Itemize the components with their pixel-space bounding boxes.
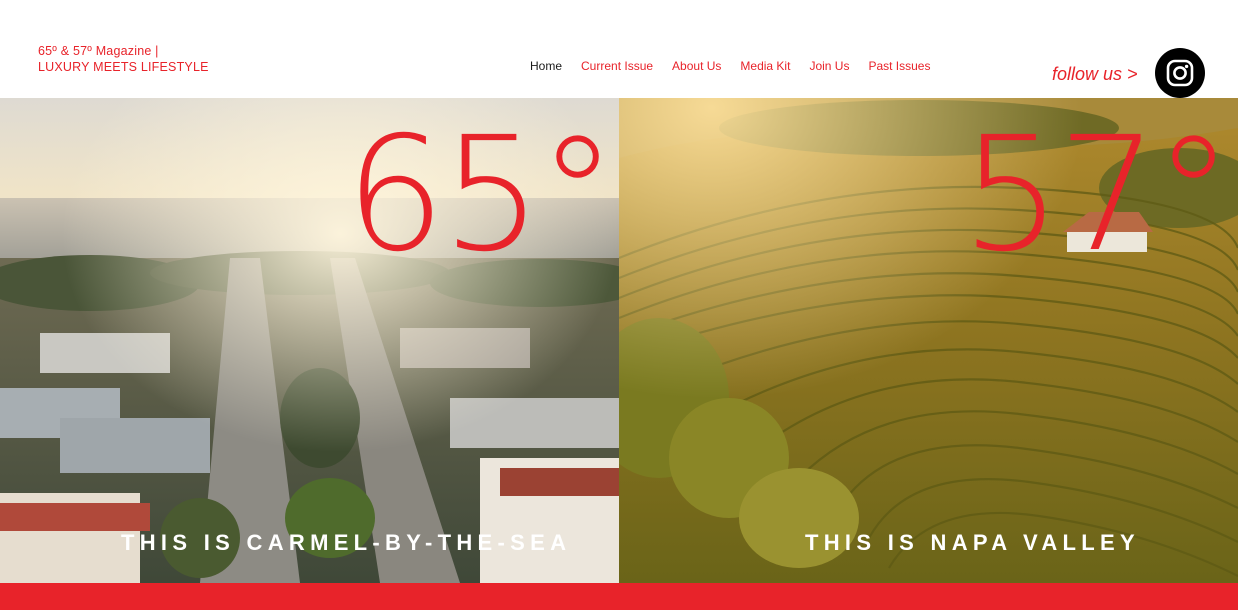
nav-item-current-issue[interactable]: Current Issue <box>581 59 653 73</box>
nav-item-home[interactable]: Home <box>530 59 562 73</box>
follow-us-link[interactable]: follow us > <box>1052 64 1138 85</box>
main-nav: Home Current Issue About Us Media Kit Jo… <box>530 59 949 73</box>
carmel-caption: THIS IS CARMEL-BY-THE-SEA <box>121 530 572 555</box>
napa-caption: THIS IS NAPA VALLEY <box>805 530 1140 555</box>
brand-title[interactable]: 65º & 57º Magazine | <box>38 43 209 59</box>
instagram-icon <box>1166 59 1194 87</box>
napa-temperature: 57° <box>961 103 1233 287</box>
brand-logo-text[interactable]: 65º & 57º Magazine | LUXURY MEETS LIFEST… <box>38 43 209 75</box>
nav-item-about-us[interactable]: About Us <box>672 59 721 73</box>
nav-item-past-issues[interactable]: Past Issues <box>868 59 930 73</box>
nav-item-media-kit[interactable]: Media Kit <box>740 59 790 73</box>
nav-item-join-us[interactable]: Join Us <box>809 59 849 73</box>
carmel-temperature: 65° <box>345 103 617 287</box>
brand-tagline[interactable]: LUXURY MEETS LIFESTYLE <box>38 59 209 75</box>
napa-hero-panel: 57° THIS IS NAPA VALLEY <box>619 98 1238 583</box>
footer-accent-bar <box>0 583 1238 610</box>
site-header: 65º & 57º Magazine | LUXURY MEETS LIFEST… <box>0 0 1238 98</box>
instagram-button[interactable] <box>1155 48 1205 98</box>
carmel-hero-panel: 65° THIS IS CARMEL-BY-THE-SEA <box>0 98 619 583</box>
